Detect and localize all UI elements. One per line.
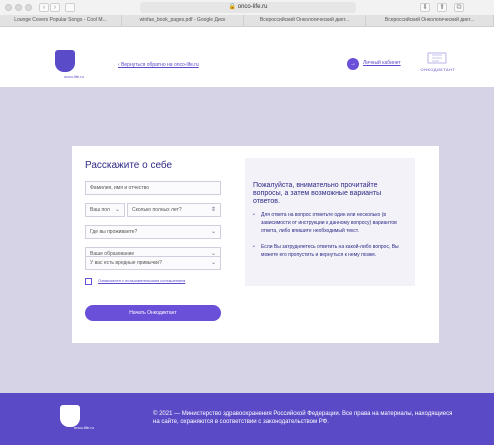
instruction-bullet: Если Вы затрудняетесь ответить на какой-… [253, 243, 405, 259]
browser-tab-strip: Lounge Covers Popular Songs - Cool M... … [0, 15, 494, 27]
start-dictation-button[interactable]: Начать Онкодиктант [85, 305, 221, 321]
habits-dropdown[interactable]: У вас есть вредные привычки? ⌄ [85, 256, 221, 270]
cabinet-link[interactable]: Личный кабинет [363, 60, 401, 66]
tabs-overview-icon[interactable]: ⧉ [454, 3, 464, 12]
forward-arrow-icon[interactable]: › [50, 3, 60, 12]
chevron-down-icon: ⌄ [114, 207, 120, 213]
chevron-down-icon: ⌄ [210, 260, 216, 266]
agreement-link[interactable]: Ознакомлен с пользовательским соглашение… [98, 278, 185, 283]
instruction-title: Пожалуйста, внимательно прочитайте вопро… [253, 182, 382, 205]
logo-caption: onco-life.ru [64, 74, 84, 79]
instruction-bullet: Для ответа на вопрос отметьте один или н… [253, 211, 405, 235]
footer-logo-caption: onco-life.ru [74, 425, 94, 430]
back-arrow-icon[interactable]: ‹ [39, 3, 49, 12]
share-icon[interactable]: ⬆ [437, 3, 447, 12]
back-link[interactable]: ‹ Вернуться обратно на onco-life.ru [118, 62, 199, 68]
brand-name: ОНКОДИКТАНТ [420, 67, 456, 72]
url-text: onco-life.ru [237, 4, 268, 10]
browser-tab[interactable]: Всероссийский Онкологический дикт... [244, 15, 366, 26]
agree-checkbox[interactable] [85, 278, 92, 285]
chevron-down-icon: ⌄ [210, 229, 216, 235]
gender-select[interactable]: Ваш пол ⌄ [85, 203, 125, 217]
browser-tab[interactable]: winfae_book_pages.pdf - Google Диск [122, 15, 244, 26]
zoom-window-icon[interactable] [25, 4, 32, 11]
lock-icon: 🔒 [228, 4, 237, 10]
full-name-input[interactable]: Фамилия, имя и отчество [85, 181, 221, 195]
download-icon[interactable]: ⬇ [420, 3, 430, 12]
brand-logo-icon[interactable] [420, 51, 454, 65]
residence-dropdown[interactable]: Где вы проживаете? ⌄ [85, 225, 221, 239]
form-title: Расскажите о себе [85, 160, 173, 171]
browser-tab[interactable]: Lounge Covers Popular Songs - Cool M... [0, 15, 122, 26]
login-arrow-icon[interactable]: → [347, 58, 359, 70]
footer-shield-logo-icon[interactable] [60, 405, 80, 427]
stepper-icon[interactable]: ⇕ [211, 204, 216, 216]
minimize-window-icon[interactable] [15, 4, 22, 11]
sidebar-icon[interactable] [65, 3, 75, 12]
close-window-icon[interactable] [5, 4, 12, 11]
age-input[interactable]: Сколько полных лет? ⇕ [127, 203, 221, 217]
browser-toolbar: ‹ › 🔒 onco-life.ru ⬇ ⬆ ⧉ [0, 0, 494, 15]
shield-logo-icon[interactable] [55, 50, 75, 72]
address-bar[interactable]: 🔒 onco-life.ru [140, 2, 356, 13]
copyright-text: © 2021 — Министерство здравоохранения Ро… [153, 411, 453, 425]
browser-tab-active[interactable]: Всероссийский Онкологический дикт... [366, 15, 494, 26]
